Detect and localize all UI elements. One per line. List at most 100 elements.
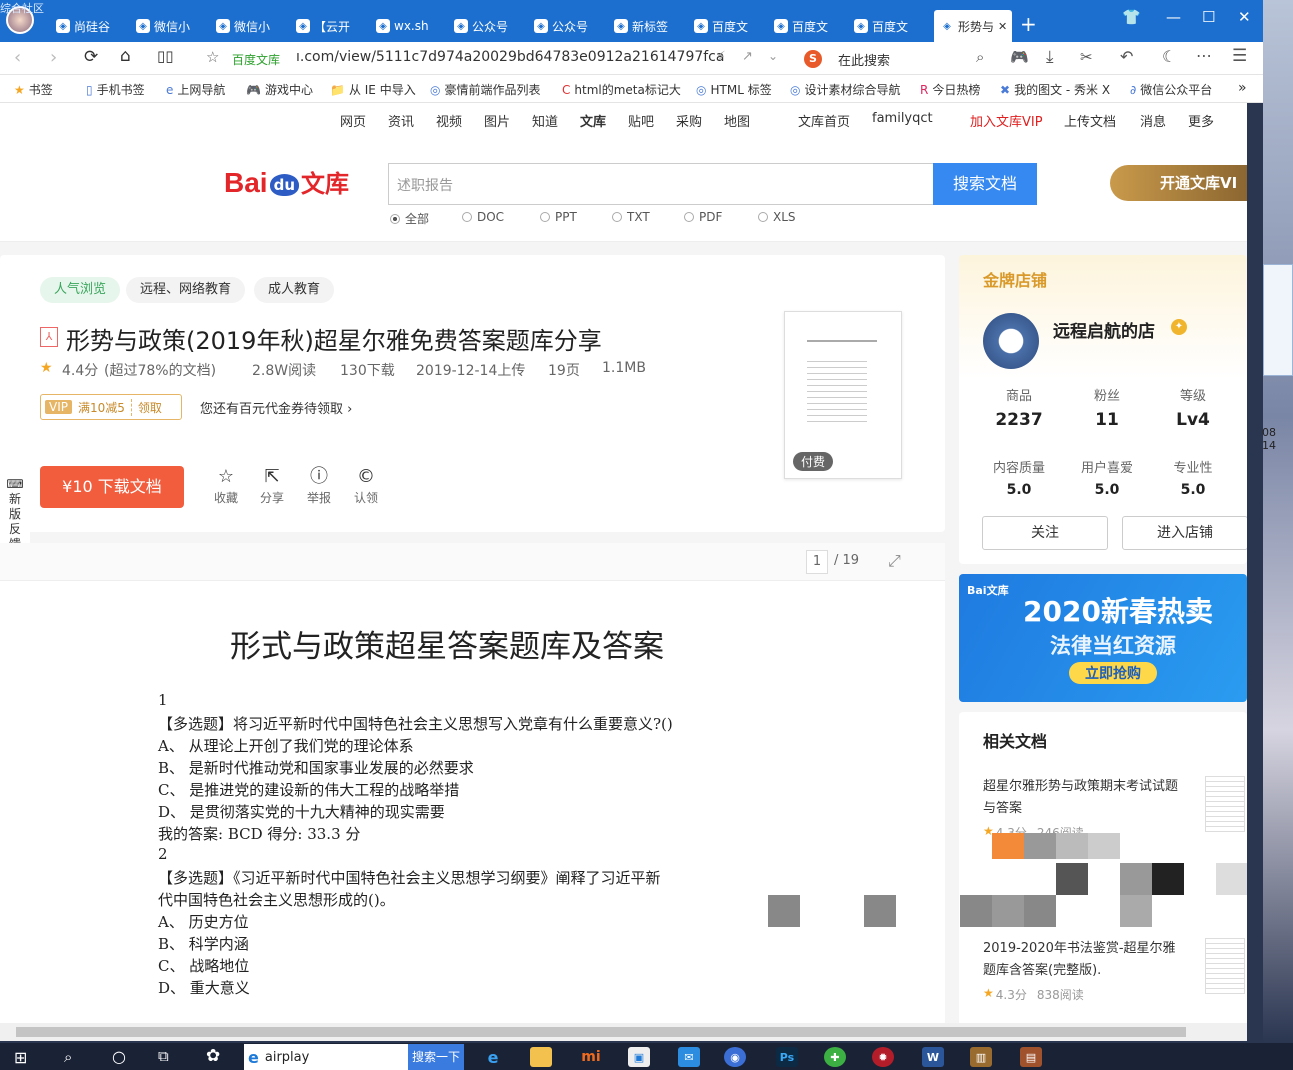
archive-icon[interactable]: ▥ (970, 1047, 992, 1067)
topnav-link[interactable]: 文库 (580, 111, 606, 130)
file-type-filter[interactable]: PPT (540, 210, 577, 224)
browser-tab[interactable]: ◈ 百度文 (694, 12, 768, 40)
browser-tab[interactable]: ◈ 百度文 (774, 12, 848, 40)
search-icon[interactable]: ⌕ (976, 48, 984, 66)
bookmark-item[interactable]: Chtml的meta标记大 (562, 81, 681, 98)
chevron-down-icon[interactable]: ⌄ (768, 49, 778, 63)
baidu-wenku-logo[interactable]: Bai du 文库 (224, 159, 349, 199)
follow-button[interactable]: 关注 (982, 516, 1108, 550)
topnav-right-link[interactable]: 消息 (1140, 111, 1166, 130)
task-view-icon[interactable]: ⧉ (158, 1047, 169, 1065)
topnav-link[interactable]: 采购 (676, 111, 702, 130)
mail-icon[interactable]: ✉ (678, 1047, 700, 1067)
file-type-filter[interactable]: TXT (612, 210, 650, 224)
h-scroll-thumb[interactable] (16, 1027, 1186, 1037)
browser-tab[interactable]: ◈ 公众号 (454, 12, 528, 40)
favorite-action[interactable]: ☆ 收藏 (206, 465, 246, 506)
file-type-filter[interactable]: PDF (684, 210, 722, 224)
home-icon[interactable]: ⌂ (120, 46, 131, 66)
related-doc-item[interactable]: 2019-2020年书法鉴赏-超星尔雅题库含答案(完整版). ★ 4.3分 838阅读 (983, 938, 1245, 1023)
page-input[interactable]: 1 (806, 550, 828, 574)
maximize-button[interactable]: ☐ (1202, 8, 1215, 26)
browser-tab[interactable]: ◈ 微信小 (216, 12, 290, 40)
360-icon[interactable]: ✚ (824, 1047, 846, 1067)
windows-start-icon[interactable]: ⊞ (14, 1048, 27, 1067)
close-window-button[interactable]: ✕ (1238, 8, 1251, 26)
promo-cta[interactable]: 立即抢购 (1069, 662, 1157, 684)
taskbar-search-button[interactable]: 搜索一下 (408, 1044, 464, 1070)
topnav-right-link[interactable]: familyqct (872, 111, 933, 126)
coupon-claim[interactable]: 领取 (130, 398, 162, 416)
shop-avatar[interactable] (983, 313, 1039, 369)
topnav-link[interactable]: 知道 (532, 111, 558, 130)
file-type-filter[interactable]: DOC (462, 210, 504, 224)
new-tab-button[interactable]: + (1020, 12, 1037, 36)
promo-banner[interactable]: Bai文库 2020新春热卖 法律当红资源 立即抢购 (959, 574, 1247, 702)
bookmark-item[interactable]: ★ 书签 (14, 81, 53, 98)
word-icon[interactable]: W (922, 1047, 944, 1067)
game-icon[interactable]: 🎮 (1010, 48, 1029, 66)
related-doc-thumbnail[interactable] (1205, 938, 1245, 994)
bookmark-item[interactable]: ◎ 豪情前端作品列表 (430, 81, 541, 98)
browser-tab[interactable]: ◈ 公众号 (534, 12, 608, 40)
reload-icon[interactable]: ⟳ (84, 47, 98, 67)
bookmark-item[interactable]: ▯ 手机书签 (86, 81, 145, 98)
share-icon[interactable]: ↗ (742, 49, 753, 64)
mi-icon[interactable]: mi (580, 1047, 602, 1067)
share-action[interactable]: ⇱ 分享 (252, 465, 292, 506)
url-field[interactable]: ı.com/view/5111c7d974a20029bd64783e0912a… (296, 49, 724, 65)
browser-tab[interactable]: ◈ 微信小 (136, 12, 210, 40)
search-icon[interactable]: ⌕ (64, 1048, 72, 1066)
doc-tag[interactable]: 成人教育 (254, 277, 335, 303)
pinwheel-icon[interactable]: ✿ (206, 1046, 220, 1066)
more-icon[interactable]: ⋯ (1196, 46, 1212, 65)
browser-search-input[interactable]: 在此搜索 (838, 50, 890, 69)
report-action[interactable]: ⓘ 举报 (299, 465, 339, 506)
claim-action[interactable]: © 认领 (346, 465, 386, 506)
book-icon[interactable]: ▤ (1020, 1047, 1042, 1067)
topnav-link[interactable]: 网页 (340, 111, 366, 130)
doc-tag[interactable]: 人气浏览 (40, 277, 121, 303)
folder-icon[interactable] (530, 1047, 552, 1067)
photoshop-icon[interactable]: Ps (776, 1047, 798, 1067)
topnav-link[interactable]: 图片 (484, 111, 510, 130)
forward-icon[interactable]: › (50, 47, 57, 68)
undo-icon[interactable]: ↶ (1120, 47, 1133, 66)
file-type-filter[interactable]: XLS (758, 210, 796, 224)
edge-icon[interactable]: e (482, 1047, 504, 1067)
search-documents-button[interactable]: 搜索文档 (933, 163, 1037, 205)
file-type-filter[interactable]: 全部 (390, 210, 429, 227)
fullscreen-icon[interactable]: ⤢ (888, 551, 901, 571)
store-icon[interactable]: ▣ (628, 1047, 650, 1067)
bookmark-item[interactable]: R 今日热榜 (920, 81, 980, 98)
star-icon[interactable]: ☆ (206, 48, 219, 66)
bookmark-item[interactable]: ◎ HTML 标签 (696, 81, 772, 98)
topnav-right-link[interactable]: 上传文档 (1064, 111, 1116, 130)
search-engine-icon[interactable]: S (804, 50, 822, 68)
topnav-link[interactable]: 视频 (436, 111, 462, 130)
wenku-search-input[interactable]: 述职报告 (388, 163, 934, 205)
bookmark-item[interactable]: ✖ 我的图文 - 秀米 X (1000, 81, 1110, 98)
topnav-link[interactable]: 资讯 (388, 111, 414, 130)
document-thumbnail[interactable]: 付费 (784, 311, 902, 479)
coupon-note[interactable]: 您还有百元代金券待领取 › (200, 398, 352, 417)
browser-tab[interactable]: ◈ 形势与 ✕ (934, 10, 1012, 42)
topnav-right-link[interactable]: 文库首页 (798, 111, 850, 130)
browser-tab[interactable]: ◈ 【云开 (296, 12, 370, 40)
topnav-right-link[interactable]: 加入文库VIP (970, 111, 1043, 130)
download-document-button[interactable]: ¥10 下载文档 (40, 466, 184, 508)
browser-tab[interactable]: ◈ 尚硅谷 (56, 12, 130, 40)
shirt-icon[interactable]: 👕 (1122, 8, 1141, 26)
bookmark-item[interactable]: ∂ 微信公众平台 (1130, 81, 1212, 98)
bookmark-item[interactable]: ◎ 设计素材综合导航 (790, 81, 901, 98)
bookmark-item[interactable]: 🎮 游戏中心 (246, 81, 313, 98)
shop-name[interactable]: 远程启航的店 (1053, 317, 1155, 342)
bookmark-item[interactable]: e 上网导航 (166, 81, 225, 98)
enter-shop-button[interactable]: 进入店铺 (1122, 516, 1247, 550)
bookmarks-more[interactable]: » (1238, 80, 1247, 96)
browser-tab[interactable]: ◈ 新标签 (614, 12, 688, 40)
doc-tag[interactable]: 远程、网络教育 (126, 277, 246, 303)
vip-banner[interactable]: 开通文库VI (1110, 165, 1247, 201)
topnav-right-link[interactable]: 更多 (1188, 111, 1214, 130)
reader-icon[interactable]: ▯▯ (157, 47, 174, 65)
